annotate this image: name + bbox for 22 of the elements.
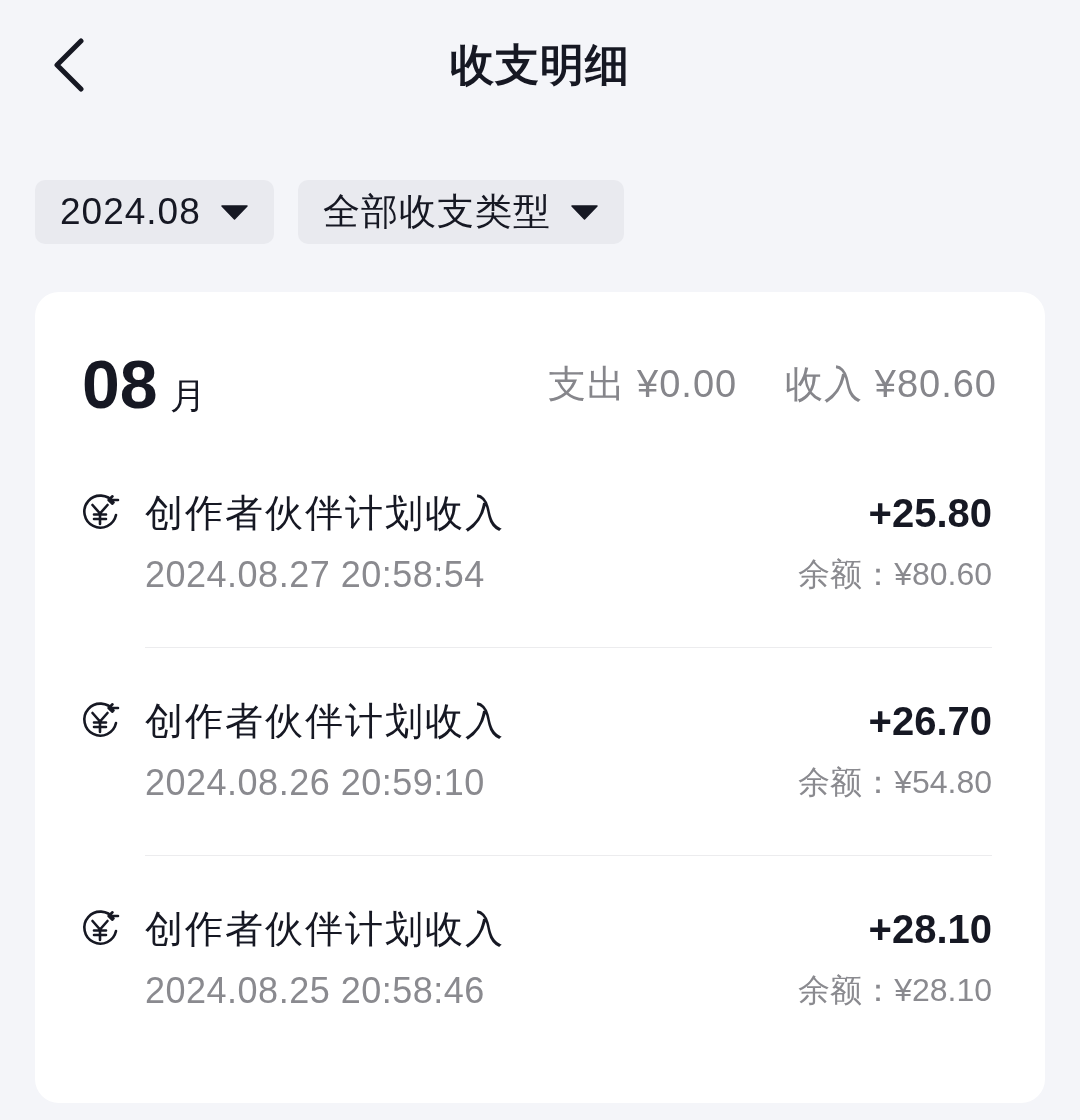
transaction-title: 创作者伙伴计划收入 xyxy=(145,906,505,952)
transaction-title: 创作者伙伴计划收入 xyxy=(145,698,505,744)
income-total: 收入 ¥80.60 xyxy=(785,361,997,407)
back-icon[interactable] xyxy=(53,38,85,92)
month-number: 08 xyxy=(82,347,158,420)
transaction-time: 2024.08.26 20:59:10 xyxy=(145,762,485,804)
balance-text: 余额：¥28.10 xyxy=(798,971,992,1010)
caret-down-icon xyxy=(570,204,598,220)
balance-text: 余额：¥80.60 xyxy=(798,555,992,594)
transaction-title: 创作者伙伴计划收入 xyxy=(145,490,505,536)
transaction-amount: +25.80 xyxy=(868,490,992,536)
caret-down-icon xyxy=(220,204,248,220)
page-title: 收支明细 xyxy=(450,38,630,91)
month-unit: 月 xyxy=(169,373,206,418)
balance-text: 余额：¥54.80 xyxy=(798,763,992,802)
transaction-time: 2024.08.25 20:58:46 xyxy=(145,970,485,1012)
transaction-amount: +26.70 xyxy=(868,698,992,744)
filter-dropdown[interactable]: 2024.08 xyxy=(35,180,274,244)
expense-total: 支出 ¥0.00 xyxy=(547,361,738,407)
transaction-amount: +28.10 xyxy=(868,906,992,952)
filter-dropdown[interactable]: 全部收支类型 xyxy=(297,180,624,244)
transaction-time: 2024.08.27 20:58:54 xyxy=(145,554,485,596)
